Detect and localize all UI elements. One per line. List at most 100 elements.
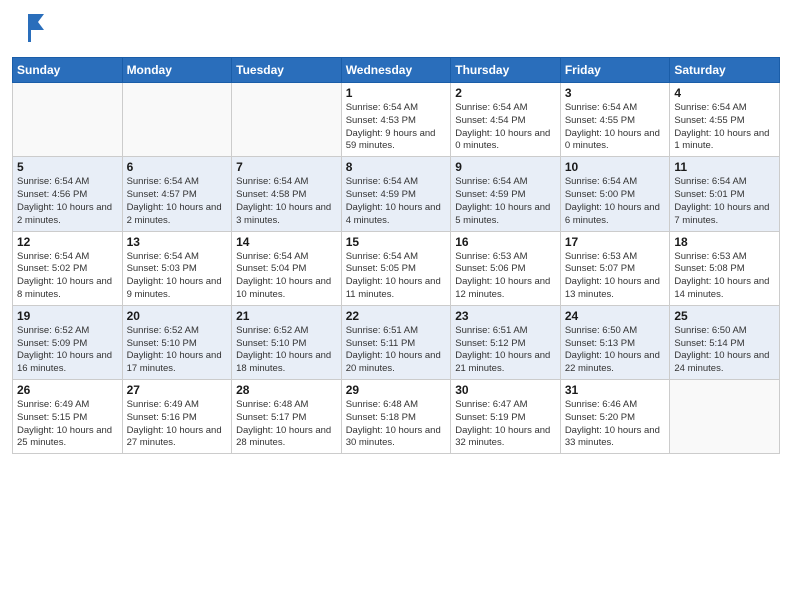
day-number: 18	[674, 235, 775, 249]
day-info: Sunrise: 6:54 AM Sunset: 4:55 PM Dayligh…	[674, 102, 775, 153]
week-row-3: 19Sunrise: 6:52 AM Sunset: 5:09 PM Dayli…	[13, 305, 780, 379]
day-info: Sunrise: 6:53 AM Sunset: 5:08 PM Dayligh…	[674, 251, 775, 302]
weekday-thursday: Thursday	[451, 58, 561, 83]
day-info: Sunrise: 6:54 AM Sunset: 4:59 PM Dayligh…	[455, 176, 556, 227]
day-number: 15	[346, 235, 447, 249]
day-number: 6	[127, 160, 228, 174]
page: SundayMondayTuesdayWednesdayThursdayFrid…	[0, 0, 792, 612]
day-number: 16	[455, 235, 556, 249]
day-info: Sunrise: 6:54 AM Sunset: 4:53 PM Dayligh…	[346, 102, 447, 153]
weekday-sunday: Sunday	[13, 58, 123, 83]
day-cell: 29 Sunrise: 6:48 AM Sunset: 5:18 PM Dayli…	[341, 380, 451, 454]
day-info: Sunrise: 6:51 AM Sunset: 5:11 PM Dayligh…	[346, 325, 447, 376]
day-info: Sunrise: 6:54 AM Sunset: 4:55 PM Dayligh…	[565, 102, 666, 153]
day-info: Sunrise: 6:47 AM Sunset: 5:19 PM Dayligh…	[455, 399, 556, 450]
day-cell: 21 Sunrise: 6:52 AM Sunset: 5:10 PM Dayli…	[232, 305, 342, 379]
day-info: Sunrise: 6:52 AM Sunset: 5:09 PM Dayligh…	[17, 325, 118, 376]
day-number: 31	[565, 383, 666, 397]
day-cell: 30Sunrise: 6:47 AM Sunset: 5:19 PM Dayli…	[451, 380, 561, 454]
day-cell: 24 Sunrise: 6:50 AM Sunset: 5:13 PM Dayli…	[560, 305, 670, 379]
day-cell: 25 Sunrise: 6:50 AM Sunset: 5:14 PM Dayli…	[670, 305, 780, 379]
day-info: Sunrise: 6:54 AM Sunset: 5:04 PM Dayligh…	[236, 251, 337, 302]
day-number: 12	[17, 235, 118, 249]
day-number: 29	[346, 383, 447, 397]
day-info: Sunrise: 6:54 AM Sunset: 5:00 PM Dayligh…	[565, 176, 666, 227]
day-cell: 23Sunrise: 6:51 AM Sunset: 5:12 PM Dayli…	[451, 305, 561, 379]
logo	[12, 10, 50, 51]
day-info: Sunrise: 6:49 AM Sunset: 5:16 PM Dayligh…	[127, 399, 228, 450]
day-number: 9	[455, 160, 556, 174]
day-info: Sunrise: 6:54 AM Sunset: 4:59 PM Dayligh…	[346, 176, 447, 227]
day-cell: 17 Sunrise: 6:53 AM Sunset: 5:07 PM Dayli…	[560, 231, 670, 305]
day-cell: 14 Sunrise: 6:54 AM Sunset: 5:04 PM Dayli…	[232, 231, 342, 305]
day-cell: 12 Sunrise: 6:54 AM Sunset: 5:02 PM Dayli…	[13, 231, 123, 305]
weekday-monday: Monday	[122, 58, 232, 83]
day-cell: 19Sunrise: 6:52 AM Sunset: 5:09 PM Dayli…	[13, 305, 123, 379]
day-info: Sunrise: 6:48 AM Sunset: 5:17 PM Dayligh…	[236, 399, 337, 450]
header	[12, 10, 780, 51]
day-number: 11	[674, 160, 775, 174]
week-row-4: 26 Sunrise: 6:49 AM Sunset: 5:15 PM Dayli…	[13, 380, 780, 454]
day-cell: 16Sunrise: 6:53 AM Sunset: 5:06 PM Dayli…	[451, 231, 561, 305]
day-cell: 7Sunrise: 6:54 AM Sunset: 4:58 PM Daylig…	[232, 157, 342, 231]
weekday-wednesday: Wednesday	[341, 58, 451, 83]
day-info: Sunrise: 6:54 AM Sunset: 5:03 PM Dayligh…	[127, 251, 228, 302]
day-number: 3	[565, 86, 666, 100]
day-number: 10	[565, 160, 666, 174]
day-info: Sunrise: 6:48 AM Sunset: 5:18 PM Dayligh…	[346, 399, 447, 450]
day-cell: 1 Sunrise: 6:54 AM Sunset: 4:53 PM Daylig…	[341, 83, 451, 157]
day-info: Sunrise: 6:54 AM Sunset: 4:57 PM Dayligh…	[127, 176, 228, 227]
day-info: Sunrise: 6:54 AM Sunset: 5:01 PM Dayligh…	[674, 176, 775, 227]
day-info: Sunrise: 6:54 AM Sunset: 4:56 PM Dayligh…	[17, 176, 118, 227]
day-cell: 20 Sunrise: 6:52 AM Sunset: 5:10 PM Dayli…	[122, 305, 232, 379]
day-cell: 26 Sunrise: 6:49 AM Sunset: 5:15 PM Dayli…	[13, 380, 123, 454]
day-number: 21	[236, 309, 337, 323]
day-cell: 22 Sunrise: 6:51 AM Sunset: 5:11 PM Dayli…	[341, 305, 451, 379]
day-number: 24	[565, 309, 666, 323]
day-info: Sunrise: 6:50 AM Sunset: 5:13 PM Dayligh…	[565, 325, 666, 376]
weekday-saturday: Saturday	[670, 58, 780, 83]
calendar-table: SundayMondayTuesdayWednesdayThursdayFrid…	[12, 57, 780, 454]
day-number: 28	[236, 383, 337, 397]
day-cell: 15 Sunrise: 6:54 AM Sunset: 5:05 PM Dayli…	[341, 231, 451, 305]
day-info: Sunrise: 6:52 AM Sunset: 5:10 PM Dayligh…	[236, 325, 337, 376]
day-info: Sunrise: 6:52 AM Sunset: 5:10 PM Dayligh…	[127, 325, 228, 376]
day-info: Sunrise: 6:46 AM Sunset: 5:20 PM Dayligh…	[565, 399, 666, 450]
day-info: Sunrise: 6:49 AM Sunset: 5:15 PM Dayligh…	[17, 399, 118, 450]
day-cell: 28 Sunrise: 6:48 AM Sunset: 5:17 PM Dayli…	[232, 380, 342, 454]
week-row-0: 1 Sunrise: 6:54 AM Sunset: 4:53 PM Daylig…	[13, 83, 780, 157]
day-number: 26	[17, 383, 118, 397]
day-info: Sunrise: 6:54 AM Sunset: 5:05 PM Dayligh…	[346, 251, 447, 302]
day-number: 7	[236, 160, 337, 174]
day-number: 2	[455, 86, 556, 100]
day-cell	[13, 83, 123, 157]
day-number: 22	[346, 309, 447, 323]
day-cell: 6 Sunrise: 6:54 AM Sunset: 4:57 PM Daylig…	[122, 157, 232, 231]
day-number: 20	[127, 309, 228, 323]
day-cell	[122, 83, 232, 157]
logo-icon	[12, 10, 48, 51]
day-cell: 8 Sunrise: 6:54 AM Sunset: 4:59 PM Daylig…	[341, 157, 451, 231]
day-number: 27	[127, 383, 228, 397]
day-number: 8	[346, 160, 447, 174]
day-cell	[232, 83, 342, 157]
day-number: 14	[236, 235, 337, 249]
day-number: 4	[674, 86, 775, 100]
day-info: Sunrise: 6:51 AM Sunset: 5:12 PM Dayligh…	[455, 325, 556, 376]
day-cell: 2Sunrise: 6:54 AM Sunset: 4:54 PM Daylig…	[451, 83, 561, 157]
day-number: 25	[674, 309, 775, 323]
day-info: Sunrise: 6:54 AM Sunset: 5:02 PM Dayligh…	[17, 251, 118, 302]
day-cell: 4 Sunrise: 6:54 AM Sunset: 4:55 PM Daylig…	[670, 83, 780, 157]
day-number: 13	[127, 235, 228, 249]
day-cell: 9 Sunrise: 6:54 AM Sunset: 4:59 PM Daylig…	[451, 157, 561, 231]
day-cell	[670, 380, 780, 454]
day-info: Sunrise: 6:53 AM Sunset: 5:07 PM Dayligh…	[565, 251, 666, 302]
day-cell: 31 Sunrise: 6:46 AM Sunset: 5:20 PM Dayli…	[560, 380, 670, 454]
day-number: 17	[565, 235, 666, 249]
day-cell: 10 Sunrise: 6:54 AM Sunset: 5:00 PM Dayli…	[560, 157, 670, 231]
week-row-1: 5Sunrise: 6:54 AM Sunset: 4:56 PM Daylig…	[13, 157, 780, 231]
day-info: Sunrise: 6:50 AM Sunset: 5:14 PM Dayligh…	[674, 325, 775, 376]
day-number: 1	[346, 86, 447, 100]
day-cell: 13 Sunrise: 6:54 AM Sunset: 5:03 PM Dayli…	[122, 231, 232, 305]
weekday-header-row: SundayMondayTuesdayWednesdayThursdayFrid…	[13, 58, 780, 83]
